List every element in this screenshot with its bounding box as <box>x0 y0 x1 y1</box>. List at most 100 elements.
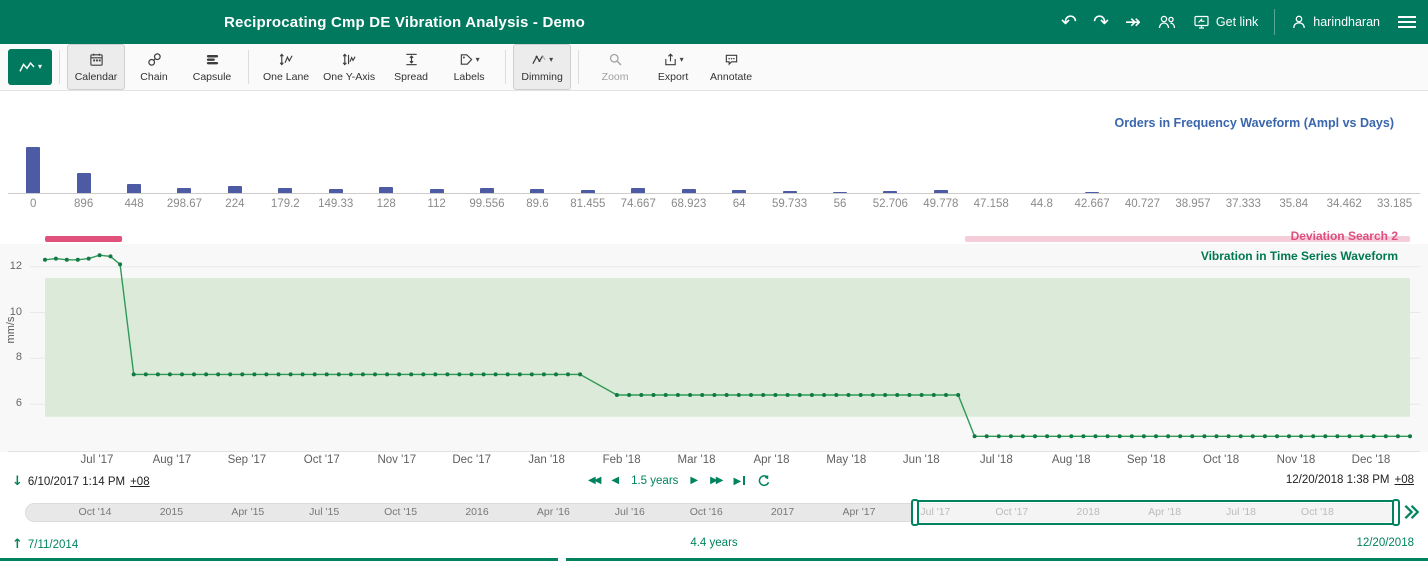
undo-icon[interactable]: ↶ <box>1061 13 1077 32</box>
x-axis-month-label: Dec '17 <box>437 454 507 466</box>
range-start-timezone[interactable]: +08 <box>130 476 150 488</box>
tool-one-y-axis[interactable]: One Y-Axis <box>316 44 382 90</box>
freq-tick-label: 35.84 <box>1269 198 1319 210</box>
x-axis-month-label: Mar '18 <box>662 454 732 466</box>
freq-tick-label: 179.2 <box>260 198 310 210</box>
full-range-duration[interactable]: 4.4 years <box>0 537 1428 549</box>
chevron-down-icon: ▾ <box>680 56 684 64</box>
freq-tick-label: 44.8 <box>1016 198 1066 210</box>
x-axis-month-label: Aug '18 <box>1036 454 1106 466</box>
freq-bar-column <box>109 146 159 193</box>
get-link-button[interactable]: Get link <box>1193 14 1258 30</box>
tool-chain[interactable]: Chain <box>125 44 183 90</box>
toolbar-divider <box>578 50 579 84</box>
x-axis-month-label: Apr '18 <box>737 454 807 466</box>
y-axis-tick: 8 <box>0 351 22 363</box>
user-menu[interactable]: harindharan <box>1291 14 1380 30</box>
scrubber-handle-right[interactable] <box>1392 499 1400 526</box>
freq-tick-label: 34.462 <box>1319 198 1369 210</box>
jump-forward-button[interactable]: ▶▶ <box>710 476 721 486</box>
scrubber-date-label: Oct '16 <box>676 506 736 518</box>
scrubber-date-label: 2016 <box>447 506 507 518</box>
scrubber-date-label: 2017 <box>753 506 813 518</box>
dimming-icon <box>531 52 547 67</box>
freq-bar <box>480 188 494 193</box>
freq-bar-column <box>1168 146 1218 193</box>
signal-label[interactable]: Vibration in Time Series Waveform <box>1201 249 1398 263</box>
scrubber-selection-window[interactable] <box>915 500 1395 525</box>
freq-tick-label: 42.667 <box>1067 198 1117 210</box>
freq-tick-label: 112 <box>411 198 461 210</box>
freq-bar-column <box>462 146 512 193</box>
freq-bar <box>833 192 847 193</box>
scrubber-date-label: Oct '15 <box>371 506 431 518</box>
range-start-arrow-icon[interactable]: ↓ <box>12 474 23 489</box>
range-end-datetime[interactable]: 12/20/2018 1:38 PM <box>1286 474 1390 486</box>
chevron-down-icon: ▾ <box>549 56 553 64</box>
freq-bar-column <box>512 146 562 193</box>
freq-bar <box>127 184 141 193</box>
freq-tick-label: 49.778 <box>916 198 966 210</box>
tool-zoom: Zoom <box>586 44 644 90</box>
get-link-label: Get link <box>1216 15 1258 29</box>
freq-tick-label: 68.923 <box>663 198 713 210</box>
freq-bar <box>77 173 91 193</box>
jump-back-button[interactable]: ◀◀ <box>588 476 599 486</box>
freq-tick-label: 52.706 <box>865 198 915 210</box>
user-icon <box>1291 14 1307 30</box>
freq-bar-column <box>1218 146 1268 193</box>
one-lane-icon <box>278 52 294 68</box>
worksheet-title: Reciprocating Cmp DE Vibration Analysis … <box>224 14 585 31</box>
tool-export[interactable]: ▾ Export <box>644 44 702 90</box>
tool-calendar[interactable]: Calendar <box>67 44 125 90</box>
tool-annotate[interactable]: Annotate <box>702 44 760 90</box>
freq-bar-column <box>865 146 915 193</box>
export-icon <box>663 52 678 67</box>
freq-bar <box>278 188 292 193</box>
range-end: 12/20/2018 1:38 PM +08 <box>1286 474 1414 486</box>
full-range-end-date[interactable]: 12/20/2018 <box>1356 537 1414 549</box>
freq-bar-column <box>764 146 814 193</box>
scrubber-date-label: 2015 <box>141 506 201 518</box>
tool-capsule[interactable]: Capsule <box>183 44 241 90</box>
toolbar-divider <box>248 50 249 84</box>
tool-one-lane[interactable]: One Lane <box>256 44 316 90</box>
step-forward-button[interactable]: ▶ <box>690 476 698 486</box>
x-axis-month-label: Dec '18 <box>1336 454 1406 466</box>
freq-bar-column <box>311 146 361 193</box>
tool-dimming[interactable]: ▾ Dimming <box>513 44 571 90</box>
expand-range-icon[interactable] <box>1402 503 1422 523</box>
freq-tick-label: 298.67 <box>159 198 209 210</box>
hamburger-menu-icon[interactable] <box>1396 12 1418 32</box>
refresh-icon[interactable] <box>757 474 771 488</box>
view-mode-button[interactable]: ▾ <box>8 49 52 85</box>
frequency-chart-title: Orders in Frequency Waveform (Ampl vs Da… <box>1115 116 1394 130</box>
capsule-icon <box>205 52 220 68</box>
condition-label[interactable]: Deviation Search 2 <box>1291 229 1398 243</box>
frequency-bar-chart[interactable] <box>8 146 1420 194</box>
scrubber-date-label: Jul '16 <box>600 506 660 518</box>
freq-bar-column <box>1067 146 1117 193</box>
present-screen-icon <box>1193 14 1210 30</box>
collaborators-icon[interactable] <box>1157 14 1177 30</box>
range-duration[interactable]: 1.5 years <box>631 475 678 487</box>
range-start-datetime[interactable]: 6/10/2017 1:14 PM <box>28 476 125 488</box>
step-back-button[interactable]: ◀ <box>611 476 619 486</box>
freq-bar-column <box>361 146 411 193</box>
jump-to-end-button[interactable]: ▶ <box>734 476 746 487</box>
tool-labels[interactable]: ▾ Labels <box>440 44 498 90</box>
range-end-timezone[interactable]: +08 <box>1394 474 1414 486</box>
toolbar-divider <box>505 50 506 84</box>
freq-bar-column <box>159 146 209 193</box>
redo-icon[interactable]: ↷ <box>1093 13 1109 32</box>
username-label: harindharan <box>1313 15 1380 29</box>
tool-spread[interactable]: Spread <box>382 44 440 90</box>
freq-bar-column <box>1016 146 1066 193</box>
forward-all-icon[interactable]: ↠ <box>1125 13 1141 32</box>
tag-icon <box>459 52 474 67</box>
x-axis-month-label: Jan '18 <box>512 454 582 466</box>
freq-tick-label: 47.158 <box>966 198 1016 210</box>
scrubber-handle-left[interactable] <box>911 499 919 526</box>
freq-bar-column <box>714 146 764 193</box>
x-axis-month-label: Oct '18 <box>1186 454 1256 466</box>
